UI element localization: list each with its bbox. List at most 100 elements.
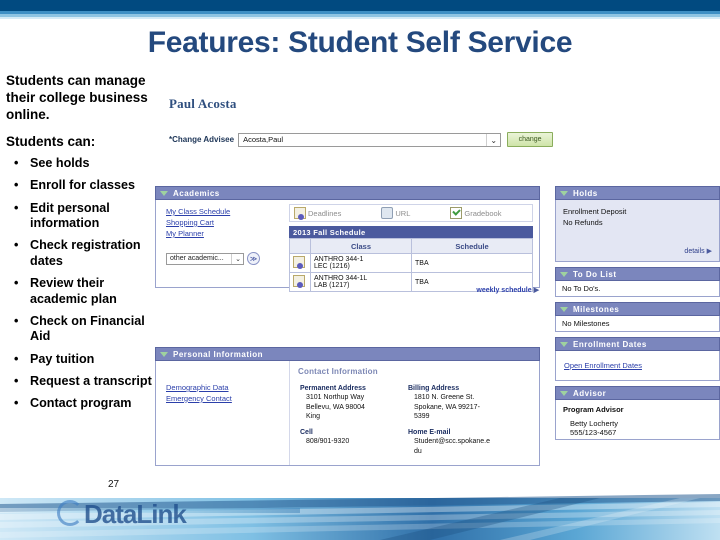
bullet-icon: • <box>14 156 19 170</box>
weekly-schedule-link[interactable]: weekly schedule ▶ <box>476 286 539 294</box>
class-line-1: ANTHRO 344-1L <box>314 275 368 282</box>
logo-mark-icon <box>57 500 83 526</box>
change-advisee-select[interactable]: Acosta,Paul ⌄ <box>238 132 502 147</box>
advisor-name: Betty Locherty <box>570 419 618 428</box>
link-emergency-contact[interactable]: Emergency Contact <box>166 394 232 405</box>
list-item-label: Request a transcript <box>30 373 152 388</box>
link-demographic-data[interactable]: Demographic Data <box>166 383 232 394</box>
lead-subhead: Students can: <box>6 134 96 149</box>
bullet-icon: • <box>14 351 19 366</box>
go-button[interactable]: ≫ <box>247 252 260 265</box>
personal-information-body: Demographic Data Emergency Contact Conta… <box>155 361 540 466</box>
todo-panel-header[interactable]: To Do List <box>555 267 720 281</box>
collapse-triangle-icon[interactable] <box>160 190 168 196</box>
list-item-label: Review their academic plan <box>30 276 117 306</box>
advisor-phone: 555/123-4567 <box>570 428 617 437</box>
billing-address-line-3: 5399 <box>414 413 430 421</box>
link-open-enrollment-dates[interactable]: Open Enrollment Dates <box>564 361 711 372</box>
bullet-icon: • <box>14 313 19 328</box>
deadlines-icon <box>294 207 306 220</box>
enrollment-dates-body: Open Enrollment Dates <box>555 351 720 381</box>
collapse-triangle-icon[interactable] <box>560 271 568 277</box>
student-self-service-screenshot: Paul Acosta *Change Advisee Acosta,Paul … <box>155 82 720 482</box>
list-item-label: Edit personal information <box>30 200 110 231</box>
list-item: • Edit personal information <box>6 201 152 232</box>
todo-panel: To Do List No To Do's. <box>555 267 720 297</box>
list-item: • Pay tuition <box>6 352 152 367</box>
holds-panel: Holds Enrollment Deposit No Refunds deta… <box>555 186 720 262</box>
student-name: Paul Acosta <box>169 96 237 111</box>
schedule-title: 2013 Fall Schedule <box>289 226 533 238</box>
milestones-panel-header[interactable]: Milestones <box>555 302 720 316</box>
link-my-class-schedule[interactable]: My Class Schedule <box>166 207 230 218</box>
collapse-triangle-icon[interactable] <box>560 341 568 347</box>
row-icon-cell <box>289 272 311 292</box>
home-email-line-2: du <box>414 447 422 455</box>
hold-item: No Refunds <box>563 218 603 228</box>
permanent-address-line-2: Bellevu, WA 98004 <box>306 403 365 411</box>
schedule-table: Class Schedule ANTHRO 344-1 LEC (1216) T… <box>289 238 533 292</box>
personal-information-header[interactable]: Personal Information <box>155 347 540 361</box>
advisor-panel-header[interactable]: Advisor <box>555 386 720 400</box>
advisor-panel-body: Program Advisor Betty Locherty 555/123-4… <box>555 400 720 440</box>
url-item[interactable]: URL <box>381 207 410 219</box>
contact-information-box: Contact Information Permanent Address 31… <box>289 361 533 465</box>
url-label: URL <box>395 208 411 218</box>
link-my-planner[interactable]: My Planner <box>166 229 230 240</box>
table-header-row: Class Schedule <box>289 238 533 254</box>
academics-panel-header[interactable]: Academics <box>155 186 540 200</box>
contact-column-right: Billing Address 1810 N. Greene St. Spoka… <box>408 384 516 456</box>
billing-address-line-2: Spokane, WA 99217- <box>414 403 480 411</box>
contact-information-grid: Permanent Address 3101 Northup Way Belle… <box>290 376 533 456</box>
chevron-down-icon: ⌄ <box>490 135 498 145</box>
class-cell: ANTHRO 344-1 LEC (1216) <box>310 253 412 273</box>
academics-panel-title: Academics <box>173 188 220 198</box>
bullet-icon: • <box>14 373 19 388</box>
collapse-triangle-icon[interactable] <box>560 306 568 312</box>
list-item: • Contact program <box>6 396 152 411</box>
holds-panel-body: Enrollment Deposit No Refunds details ▶ <box>555 200 720 262</box>
hold-item: Enrollment Deposit <box>563 207 627 216</box>
right-rail: Holds Enrollment Deposit No Refunds deta… <box>555 186 720 445</box>
column-header-class: Class <box>310 238 412 254</box>
bullet-icon: • <box>14 396 19 411</box>
holds-panel-header[interactable]: Holds <box>555 186 720 200</box>
enrollment-dates-panel: Enrollment Dates Open Enrollment Dates <box>555 337 720 381</box>
link-shopping-cart[interactable]: Shopping Cart <box>166 218 230 229</box>
holds-details-link[interactable]: details ▶ <box>684 247 712 255</box>
enrollment-dates-header[interactable]: Enrollment Dates <box>555 337 720 351</box>
change-advisee-row: *Change Advisee Acosta,Paul ⌄ change <box>169 132 554 147</box>
feature-bullet-list: • See holds • Enroll for classes • Edit per… <box>6 156 152 412</box>
list-item-label: Contact program <box>30 396 132 411</box>
deadlines-item[interactable]: Deadlines <box>294 207 341 220</box>
class-line-2: LEC (1216) <box>314 263 350 270</box>
collapse-triangle-icon[interactable] <box>560 390 568 396</box>
top-banner <box>0 0 720 11</box>
footer-wave-graphic: DataLink <box>0 488 720 540</box>
contact-information-title: Contact Information <box>298 367 378 376</box>
gradebook-item[interactable]: Gradebook <box>450 207 501 219</box>
row-icon-cell <box>289 253 311 273</box>
change-button[interactable]: change <box>507 132 554 147</box>
column-header-schedule: Schedule <box>411 238 533 254</box>
list-item-label: Check registration dates <box>30 238 141 268</box>
collapse-triangle-icon[interactable] <box>160 351 168 357</box>
other-academic-row: other academic... ⌄ ≫ <box>166 252 260 265</box>
deadlines-icon[interactable] <box>293 275 305 288</box>
advisor-panel-title: Advisor <box>573 388 607 398</box>
other-academic-value: other academic... <box>170 255 224 262</box>
personal-information-links: Demographic Data Emergency Contact <box>166 383 232 405</box>
holds-details-label: details <box>684 248 705 255</box>
advisor-heading: Program Advisor <box>563 405 624 414</box>
permanent-address-heading: Permanent Address <box>300 385 366 392</box>
class-cell: ANTHRO 344-1L LAB (1217) <box>310 272 412 292</box>
deadlines-icon[interactable] <box>293 256 305 269</box>
advisor-panel: Advisor Program Advisor Betty Locherty 5… <box>555 386 720 440</box>
collapse-triangle-icon[interactable] <box>560 190 568 196</box>
change-advisee-value: Acosta,Paul <box>243 135 284 144</box>
fall-schedule-box: 2013 Fall Schedule Class Schedule ANTHRO… <box>289 226 533 292</box>
milestones-panel-title: Milestones <box>573 304 620 314</box>
bullet-icon: • <box>14 276 19 291</box>
other-academic-select[interactable]: other academic... ⌄ <box>166 252 244 265</box>
list-item-label: Enroll for classes <box>30 178 135 193</box>
